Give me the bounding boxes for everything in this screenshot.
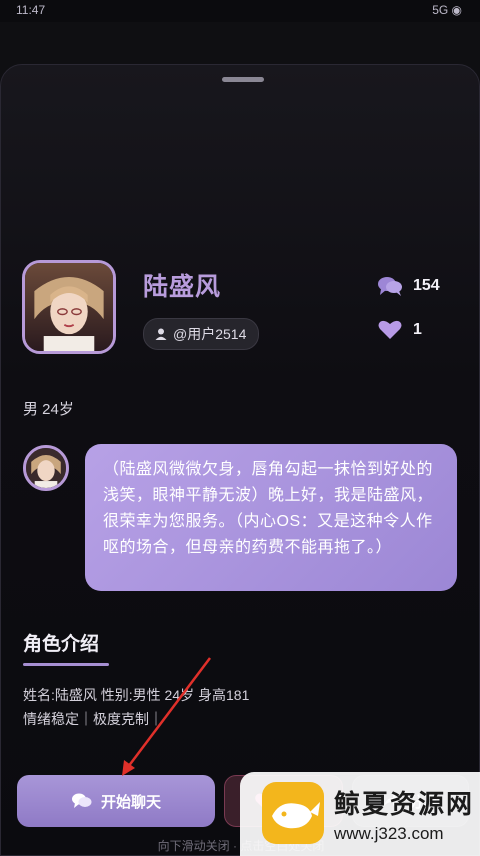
like-count: 1 xyxy=(413,321,422,338)
heart-icon xyxy=(378,320,402,339)
start-chat-button[interactable]: 开始聊天 xyxy=(17,775,215,827)
status-system-icons: 5G ◉ xyxy=(432,3,462,17)
start-chat-label: 开始聊天 xyxy=(100,793,161,811)
chat-count: 154 xyxy=(413,277,440,294)
gender-age: 男 24岁 xyxy=(23,401,74,418)
intro-section-title: 角色介绍 xyxy=(23,634,100,655)
site-watermark: 鲸夏资源网 www.j323.com xyxy=(240,772,480,856)
character-name: 陆盛风 xyxy=(143,273,222,301)
avatar-image-small xyxy=(26,448,66,488)
watermark-title: 鲸夏资源网 xyxy=(334,789,475,819)
chat-bubbles-icon xyxy=(378,277,402,296)
intro-line-traits: 情绪稳定｜极度克制｜ xyxy=(23,711,163,727)
chat-icon xyxy=(71,793,92,808)
chat-count-stat: 154 xyxy=(377,275,440,297)
character-sheet: 陆盛风 @用户2514 154 1 男 24岁 （陆盛风微微欠身，唇角勾起一抹恰… xyxy=(0,64,480,856)
status-bar: 11:47 5G ◉ xyxy=(0,0,480,22)
intro-line-basic: 姓名:陆盛风 性别:男性 24岁 身高181 xyxy=(23,687,250,703)
creator-user-chip[interactable]: @用户2514 xyxy=(143,318,260,350)
whale-logo-icon xyxy=(262,782,324,844)
greeting-avatar xyxy=(23,445,69,491)
drag-handle[interactable] xyxy=(222,77,264,82)
avatar-image xyxy=(25,263,113,351)
character-avatar[interactable] xyxy=(22,260,116,354)
status-time: 11:47 xyxy=(16,3,46,17)
creator-user-tag: @用户2514 xyxy=(173,326,247,342)
greeting-message-bubble: （陆盛风微微欠身，唇角勾起一抹恰到好处的浅笑，眼神平静无波）晚上好，我是陆盛风，… xyxy=(85,444,457,591)
like-count-stat: 1 xyxy=(377,319,422,341)
watermark-url: www.j323.com xyxy=(334,824,444,843)
intro-title-underline xyxy=(23,663,109,666)
user-icon xyxy=(155,328,167,340)
